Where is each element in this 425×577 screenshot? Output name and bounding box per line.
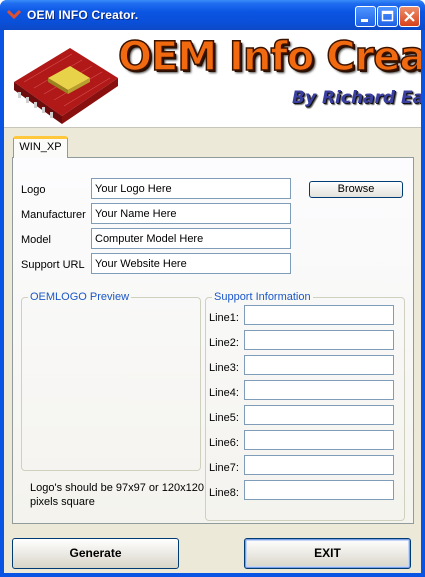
banner-author: By Richard Easton (292, 88, 421, 108)
line7-field[interactable] (244, 455, 394, 475)
close-icon (404, 11, 415, 22)
generate-button[interactable]: Generate (12, 538, 179, 569)
cpu-chip-icon (14, 48, 118, 124)
line6-label: Line6: (209, 437, 239, 449)
logo-label: Logo (21, 184, 46, 196)
close-button[interactable] (399, 6, 420, 27)
model-label: Model (21, 234, 51, 246)
line8-label: Line8: (209, 487, 239, 499)
line1-label: Line1: (209, 312, 239, 324)
app-window: OEM INFO Creator. OEM Info Cre By Richar… (0, 0, 425, 577)
manufacturer-field[interactable] (91, 203, 291, 224)
banner-title: OEM Info Creator (117, 33, 421, 81)
window-title: OEM INFO Creator. (27, 8, 139, 22)
app-chevron-icon (7, 9, 21, 19)
line3-field[interactable] (244, 355, 394, 375)
oemlogo-preview-title: OEMLOGO Preview (28, 291, 132, 303)
exit-button[interactable]: EXIT (244, 538, 411, 569)
title-bar[interactable]: OEM INFO Creator. (0, 0, 425, 30)
line1-field[interactable] (244, 305, 394, 325)
tab-page: Logo Browse Manufacturer Model Support U… (12, 157, 414, 524)
oemlogo-preview-group: OEMLOGO Preview (21, 291, 201, 471)
minimize-icon (361, 19, 368, 22)
minimize-button[interactable] (355, 6, 376, 27)
support-url-field[interactable] (91, 253, 291, 274)
logo-size-note: Logo's should be 97x97 or 120x120 pixels… (30, 482, 204, 508)
line4-field[interactable] (244, 380, 394, 400)
line2-label: Line2: (209, 337, 239, 349)
line3-label: Line3: (209, 362, 239, 374)
line5-field[interactable] (244, 405, 394, 425)
maximize-button[interactable] (377, 6, 398, 27)
banner: OEM Info Creator By Richard Easton (4, 30, 421, 128)
support-info-title: Support Information (212, 291, 313, 303)
model-field[interactable] (91, 228, 291, 249)
line6-field[interactable] (244, 430, 394, 450)
line2-field[interactable] (244, 330, 394, 350)
maximize-icon (381, 10, 394, 22)
tab-win-xp[interactable]: WIN_XP (13, 136, 68, 158)
client-area: OEM Info Creator By Richard Easton WIN_X… (4, 30, 421, 573)
line7-label: Line7: (209, 462, 239, 474)
logo-field[interactable] (91, 178, 291, 199)
browse-button[interactable]: Browse (309, 181, 403, 198)
support-url-label: Support URL (21, 259, 85, 271)
line4-label: Line4: (209, 387, 239, 399)
line8-field[interactable] (244, 480, 394, 500)
manufacturer-label: Manufacturer (21, 209, 86, 221)
line5-label: Line5: (209, 412, 239, 424)
